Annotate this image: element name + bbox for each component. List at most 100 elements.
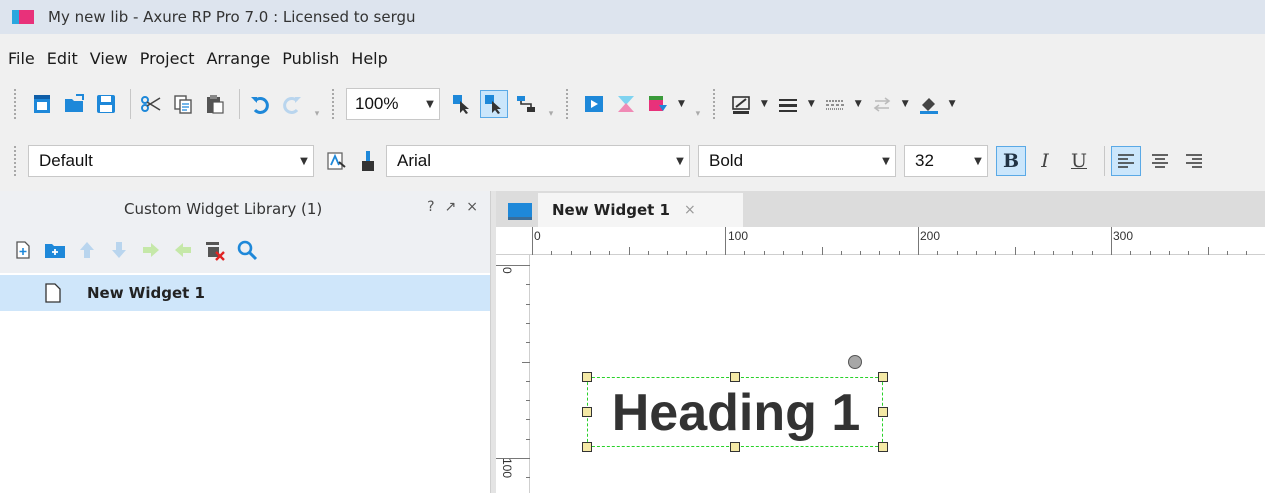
main-toolbar: ▾ 100% ▼ ▾ ▼ ▾ ▼ — [0, 80, 1265, 128]
select-contained-icon — [483, 93, 505, 115]
arrow-style-button[interactable] — [868, 90, 896, 118]
chevron-down-icon: ▼ — [877, 156, 895, 167]
toolbar-separator — [239, 89, 240, 119]
delete-button[interactable] — [202, 237, 228, 263]
underline-button[interactable]: U — [1064, 146, 1094, 176]
chevron-down-icon[interactable]: ▼ — [761, 99, 768, 109]
menu-project[interactable]: Project — [140, 49, 195, 68]
tab-new-widget-1[interactable]: New Widget 1 × — [538, 193, 743, 227]
toolbar-grip[interactable] — [566, 89, 570, 119]
menu-publish[interactable]: Publish — [282, 49, 339, 68]
paste-icon — [204, 93, 226, 115]
resize-handle-n[interactable] — [730, 372, 740, 382]
move-up-button[interactable] — [74, 237, 100, 263]
resize-handle-nw[interactable] — [582, 372, 592, 382]
widget-style-select[interactable]: Default ▼ — [28, 145, 314, 177]
outdent-button[interactable] — [170, 237, 196, 263]
heading-widget[interactable]: Heading 1 — [587, 377, 883, 447]
align-center-button[interactable] — [1145, 146, 1175, 176]
indent-button[interactable] — [138, 237, 164, 263]
font-size-select[interactable]: 32 ▼ — [904, 145, 988, 177]
new-button[interactable] — [28, 90, 56, 118]
menu-arrange[interactable]: Arrange — [206, 49, 270, 68]
italic-button[interactable]: I — [1030, 146, 1060, 176]
align-right-button[interactable] — [1179, 146, 1209, 176]
toolbar-grip[interactable] — [713, 89, 717, 119]
fill-style-button[interactable] — [727, 90, 755, 118]
arrow-left-icon — [173, 240, 193, 260]
connector-button[interactable] — [512, 90, 540, 118]
resize-handle-se[interactable] — [878, 442, 888, 452]
copy-button[interactable] — [169, 90, 197, 118]
menu-file[interactable]: File — [8, 49, 35, 68]
zoom-select[interactable]: 100% ▼ — [346, 88, 440, 120]
toolbar-overflow[interactable]: ▾ — [691, 89, 705, 119]
save-button[interactable] — [92, 90, 120, 118]
cut-button[interactable] — [137, 90, 165, 118]
resize-handle-w[interactable] — [582, 407, 592, 417]
chevron-down-icon[interactable]: ▼ — [678, 99, 685, 109]
resize-handle-e[interactable] — [878, 407, 888, 417]
widget-library-panel: Custom Widget Library (1) ? ↗ × — [0, 191, 490, 493]
ruler-label: 0 — [500, 267, 514, 274]
select-intersected-button[interactable] — [448, 90, 476, 118]
menu-help[interactable]: Help — [351, 49, 387, 68]
chevron-down-icon[interactable]: ▼ — [855, 99, 862, 109]
heading-text[interactable]: Heading 1 — [588, 378, 884, 448]
share-button[interactable] — [612, 90, 640, 118]
font-size-value: 32 — [905, 151, 969, 171]
paste-button[interactable] — [201, 90, 229, 118]
tab-list-icon[interactable] — [506, 199, 534, 221]
format-painter-button[interactable] — [354, 147, 382, 175]
preview-button[interactable] — [580, 90, 608, 118]
tab-label: New Widget 1 — [552, 201, 670, 219]
resize-handle-sw[interactable] — [582, 442, 592, 452]
toolbar-grip[interactable] — [14, 89, 18, 119]
select-contained-button[interactable] — [480, 90, 508, 118]
resize-handle-ne[interactable] — [878, 372, 888, 382]
design-canvas[interactable]: Heading 1 — [530, 255, 1265, 493]
chevron-down-icon[interactable]: ▼ — [949, 99, 956, 109]
axure-logo-icon — [12, 10, 34, 24]
align-right-icon — [1184, 151, 1204, 171]
font-family-select[interactable]: Arial ▼ — [386, 145, 690, 177]
bold-button[interactable]: B — [996, 146, 1026, 176]
fill-color-button[interactable] — [915, 90, 943, 118]
resize-handle-s[interactable] — [730, 442, 740, 452]
undo-button[interactable] — [246, 90, 274, 118]
search-button[interactable] — [234, 237, 260, 263]
ruler-label: 300 — [1113, 229, 1133, 243]
toolbar-overflow[interactable]: ▾ — [310, 89, 324, 119]
align-left-icon — [1116, 151, 1136, 171]
publish-button[interactable] — [644, 90, 672, 118]
tree-item-label: New Widget 1 — [87, 284, 205, 302]
move-down-button[interactable] — [106, 237, 132, 263]
menu-edit[interactable]: Edit — [47, 49, 78, 68]
menu-view[interactable]: View — [90, 49, 128, 68]
library-toolbar — [0, 227, 490, 273]
arrow-style-icon — [871, 93, 893, 115]
line-style-button[interactable] — [821, 90, 849, 118]
rotate-handle[interactable] — [848, 355, 862, 369]
fill-color-icon — [918, 93, 940, 115]
chevron-down-icon[interactable]: ▼ — [902, 99, 909, 109]
undock-icon[interactable]: ↗ — [445, 199, 457, 215]
add-widget-button[interactable] — [10, 237, 36, 263]
toolbar-overflow[interactable]: ▾ — [544, 89, 558, 119]
ruler-ticks — [496, 227, 1265, 255]
chevron-down-icon[interactable]: ▼ — [808, 99, 815, 109]
close-icon[interactable]: × — [466, 199, 478, 215]
tree-item[interactable]: New Widget 1 — [0, 275, 490, 311]
redo-button[interactable] — [278, 90, 306, 118]
open-button[interactable] — [60, 90, 88, 118]
help-icon[interactable]: ? — [427, 199, 434, 215]
font-weight-select[interactable]: Bold ▼ — [698, 145, 896, 177]
line-weight-button[interactable] — [774, 90, 802, 118]
add-folder-button[interactable] — [42, 237, 68, 263]
toolbar-grip[interactable] — [14, 146, 18, 176]
align-left-button[interactable] — [1111, 146, 1141, 176]
style-editor-button[interactable] — [322, 147, 350, 175]
toolbar-grip[interactable] — [332, 89, 336, 119]
close-icon[interactable]: × — [684, 202, 696, 218]
panel-controls: ? ↗ × — [427, 199, 478, 215]
